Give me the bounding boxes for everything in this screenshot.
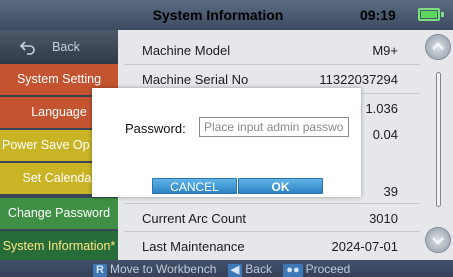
sidebar-item-change-password[interactable]: Change Password — [0, 198, 118, 229]
back-arrow-icon — [19, 41, 35, 55]
battery-icon — [418, 8, 440, 21]
info-value: 3010 — [369, 211, 398, 226]
info-key: Current Arc Count — [142, 211, 247, 226]
info-row: Current Arc Count 3010 — [130, 204, 410, 232]
page-title: System Information — [152, 7, 284, 23]
password-input[interactable] — [199, 117, 349, 137]
info-value: 11322037294 — [319, 72, 398, 87]
ok-button[interactable]: OK — [238, 178, 323, 194]
info-value: M9+ — [372, 43, 398, 58]
info-row: Last Maintenance 2024-07-01 — [130, 232, 410, 260]
hint-bar: R Move to Workbench ◀ Back ●● Proceed — [0, 260, 453, 277]
key-back-icon: ◀ — [227, 264, 243, 277]
back-button[interactable]: Back — [0, 30, 118, 64]
info-value: 39 — [383, 184, 398, 199]
back-label: Back — [52, 40, 80, 54]
scroll-up-button[interactable] — [426, 35, 450, 59]
info-key: Machine Model — [142, 43, 231, 58]
hint-workbench: Move to Workbench — [109, 262, 217, 276]
cancel-button[interactable]: CANCEL — [152, 178, 237, 194]
password-label: Password: — [125, 121, 186, 136]
key-proceed-icon: ●● — [283, 264, 303, 277]
battery-tip — [441, 12, 444, 17]
chevron-down-icon — [432, 237, 444, 245]
chevron-up-icon — [432, 42, 444, 50]
clock: 09:19 — [360, 7, 396, 23]
hint-back: Back — [245, 262, 272, 276]
info-value: 1.036 — [365, 101, 398, 116]
info-value: 0.04 — [372, 127, 398, 142]
scroll-track[interactable] — [436, 72, 441, 207]
info-row: Machine Model M9+ — [130, 36, 410, 64]
info-key: Last Maintenance — [142, 239, 245, 254]
scroll-down-button[interactable] — [426, 228, 450, 252]
hint-proceed: Proceed — [305, 262, 351, 276]
sidebar-item-system-information[interactable]: System Information* — [0, 231, 118, 262]
key-r-icon: R — [93, 264, 107, 277]
info-key: Machine Serial No — [142, 72, 249, 87]
info-value: 2024-07-01 — [331, 239, 399, 254]
